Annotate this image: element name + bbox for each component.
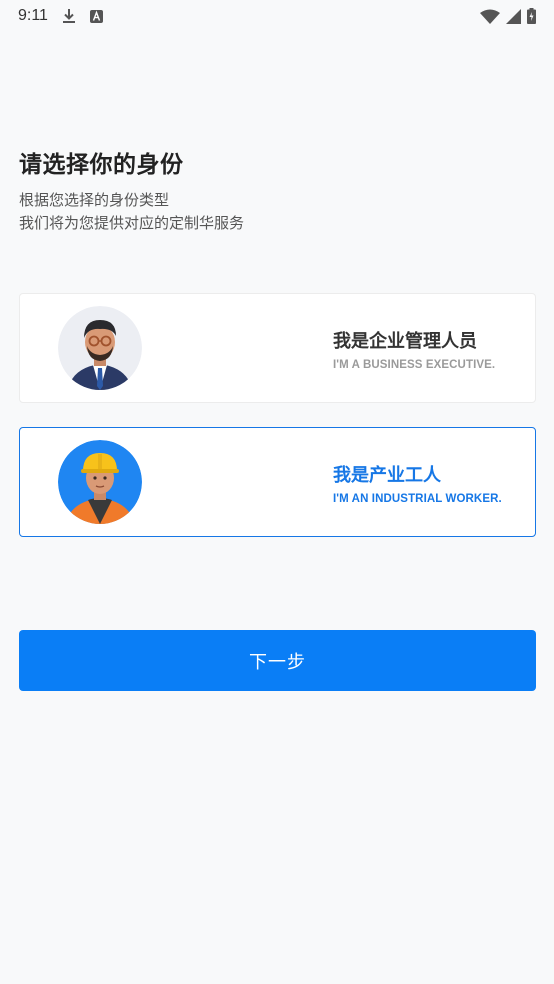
option-card-worker[interactable]: 我是产业工人 I'M AN INDUSTRIAL WORKER. xyxy=(19,427,536,537)
wifi-icon xyxy=(480,9,500,24)
option-subtitle: I'M AN INDUSTRIAL WORKER. xyxy=(333,493,502,505)
status-left: 9:11 xyxy=(18,7,103,25)
option-text-executive: 我是企业管理人员 I'M A BUSINESS EXECUTIVE. xyxy=(333,327,495,371)
next-button[interactable]: 下一步 xyxy=(19,630,536,691)
option-card-executive[interactable]: 我是企业管理人员 I'M A BUSINESS EXECUTIVE. xyxy=(19,293,536,403)
option-title: 我是产业工人 xyxy=(333,465,441,486)
option-text-worker: 我是产业工人 I'M AN INDUSTRIAL WORKER. xyxy=(333,461,502,505)
worker-avatar xyxy=(58,440,142,524)
executive-avatar xyxy=(58,306,142,390)
subtitle-line-1: 根据您选择的身份类型 xyxy=(19,191,170,209)
subtitle-line-2: 我们将为您提供对应的定制华服务 xyxy=(19,214,245,232)
page-title: 请选择你的身份 xyxy=(19,152,184,178)
status-right xyxy=(480,8,536,24)
option-title: 我是企业管理人员 xyxy=(333,331,477,352)
page-subtitle: 根据您选择的身份类型 我们将为您提供对应的定制华服务 xyxy=(19,189,244,235)
status-bar: 9:11 xyxy=(0,0,554,32)
status-time: 9:11 xyxy=(18,7,48,24)
signal-icon xyxy=(506,8,521,24)
battery-icon xyxy=(527,8,536,24)
a-notification-icon xyxy=(89,9,103,23)
download-icon xyxy=(62,8,76,24)
option-subtitle: I'M A BUSINESS EXECUTIVE. xyxy=(333,359,496,371)
